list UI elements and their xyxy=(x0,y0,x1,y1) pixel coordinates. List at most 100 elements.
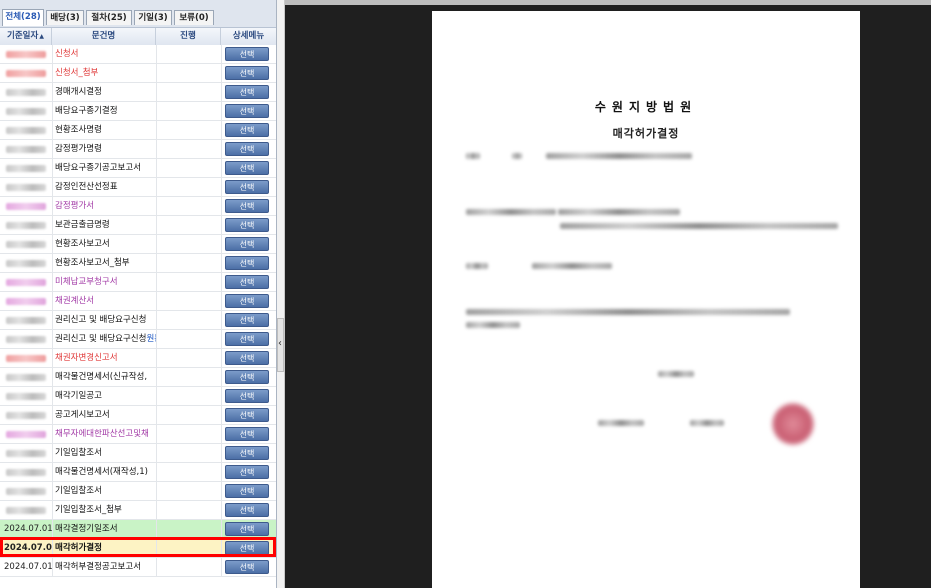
select-button[interactable]: 선택 xyxy=(225,199,269,213)
row-document-name[interactable]: 신청서_첨부 xyxy=(52,64,156,82)
select-button[interactable]: 선택 xyxy=(225,104,269,118)
table-row[interactable]: 기일입찰조서 선택 xyxy=(0,482,276,501)
select-button[interactable]: 선택 xyxy=(225,465,269,479)
table-row[interactable]: 경매개시결정 선택 xyxy=(0,83,276,102)
row-document-name[interactable]: 매각기일공고 xyxy=(52,387,156,405)
select-button[interactable]: 선택 xyxy=(225,237,269,251)
select-button[interactable]: 선택 xyxy=(225,275,269,289)
row-progress xyxy=(156,292,221,310)
row-document-name[interactable]: 매각물건명세서(재작성,1) xyxy=(52,463,156,481)
tab-dividend[interactable]: 배당(3) xyxy=(46,10,84,25)
select-button[interactable]: 선택 xyxy=(225,66,269,80)
row-document-name[interactable]: 배당요구종기결정 xyxy=(52,102,156,120)
table-row[interactable]: 배당요구종기공고보고서 선택 xyxy=(0,159,276,178)
row-document-name[interactable]: 매각허부결정공고보고서 xyxy=(52,558,156,576)
table-row[interactable]: 현황조사명령 선택 xyxy=(0,121,276,140)
select-button[interactable]: 선택 xyxy=(225,180,269,194)
row-document-name[interactable]: 감정평가명령 xyxy=(52,140,156,158)
select-button[interactable]: 선택 xyxy=(225,256,269,270)
row-document-name[interactable]: 감정평가서 xyxy=(52,197,156,215)
select-button[interactable]: 선택 xyxy=(225,541,269,555)
table-row[interactable]: 기일입찰조서 선택 xyxy=(0,444,276,463)
select-button[interactable]: 선택 xyxy=(225,560,269,574)
row-document-name[interactable]: 신청서 xyxy=(52,45,156,63)
tab-date[interactable]: 기일(3) xyxy=(134,10,172,25)
original-doc-link[interactable]: 원본 xyxy=(146,334,156,344)
table-row[interactable]: 매각기일공고 선택 xyxy=(0,387,276,406)
select-button[interactable]: 선택 xyxy=(225,294,269,308)
row-menu-cell: 선택 xyxy=(221,159,276,177)
table-row[interactable]: 감정인전산선정표 선택 xyxy=(0,178,276,197)
row-document-name[interactable]: 경매개시결정 xyxy=(52,83,156,101)
row-document-name[interactable]: 권리신고 및 배당요구신청 xyxy=(52,311,156,329)
row-document-name[interactable]: 매각허가결정 xyxy=(52,539,156,557)
select-button[interactable]: 선택 xyxy=(225,503,269,517)
select-button[interactable]: 선택 xyxy=(225,85,269,99)
select-button[interactable]: 선택 xyxy=(225,484,269,498)
table-row[interactable]: 기일입찰조서_첨부 선택 xyxy=(0,501,276,520)
row-document-name[interactable]: 감정인전산선정표 xyxy=(52,178,156,196)
table-row[interactable]: 권리신고 및 배당요구신청 선택 xyxy=(0,311,276,330)
table-row[interactable]: 채권자변경신고서 선택 xyxy=(0,349,276,368)
table-row[interactable]: 채무자에대한파산선고및채 선택 xyxy=(0,425,276,444)
tab-all[interactable]: 전체(28) xyxy=(2,9,44,26)
table-row[interactable]: 권리신고 및 배당요구신청원본 선택 xyxy=(0,330,276,349)
table-row[interactable]: 2024.07.01매각허가결정 선택 xyxy=(0,539,276,558)
row-document-name[interactable]: 기일입찰조서 xyxy=(52,482,156,500)
table-row[interactable]: 미체납교부청구서 선택 xyxy=(0,273,276,292)
row-document-name[interactable]: 기일입찰조서_첨부 xyxy=(52,501,156,519)
row-document-name[interactable]: 배당요구종기공고보고서 xyxy=(52,159,156,177)
table-row[interactable]: 배당요구종기결정 선택 xyxy=(0,102,276,121)
select-button[interactable]: 선택 xyxy=(225,351,269,365)
redacted-date xyxy=(6,279,46,286)
select-button[interactable]: 선택 xyxy=(225,427,269,441)
row-document-name[interactable]: 현황조사보고서 xyxy=(52,235,156,253)
select-button[interactable]: 선택 xyxy=(225,47,269,61)
row-document-name[interactable]: 현황조사보고서_첨부 xyxy=(52,254,156,272)
table-row[interactable]: 감정평가명령 선택 xyxy=(0,140,276,159)
select-button[interactable]: 선택 xyxy=(225,446,269,460)
select-button[interactable]: 선택 xyxy=(225,123,269,137)
header-progress[interactable]: 진행 xyxy=(156,28,221,45)
table-row[interactable]: 2024.07.01 매각허부결정공고보고서 선택 xyxy=(0,558,276,577)
header-document[interactable]: 문건명 xyxy=(52,28,156,45)
row-document-name[interactable]: 채무자에대한파산선고및채 xyxy=(52,425,156,443)
row-document-name[interactable]: 채권자변경신고서 xyxy=(52,349,156,367)
select-button[interactable]: 선택 xyxy=(225,142,269,156)
row-document-name[interactable]: 현황조사명령 xyxy=(52,121,156,139)
row-document-name[interactable]: 미체납교부청구서 xyxy=(52,273,156,291)
row-document-name[interactable]: 매각물건명세서(신규작성, xyxy=(52,368,156,386)
row-document-name[interactable]: 권리신고 및 배당요구신청원본 xyxy=(52,330,156,348)
select-button[interactable]: 선택 xyxy=(225,389,269,403)
panel-splitter[interactable]: ‹ xyxy=(277,0,285,588)
document-viewer[interactable]: 수원지방법원 매각허가결정 xyxy=(285,0,931,588)
row-document-name[interactable]: 채권계산서 xyxy=(52,292,156,310)
table-row[interactable]: 신청서_첨부 선택 xyxy=(0,64,276,83)
row-document-name[interactable]: 공고게시보고서 xyxy=(52,406,156,424)
tab-hold[interactable]: 보류(0) xyxy=(174,10,214,25)
table-row[interactable]: 매각물건명세서(신규작성, 선택 xyxy=(0,368,276,387)
document-name-text: 매각기일공고 xyxy=(55,391,102,401)
table-row[interactable]: 신청서 선택 xyxy=(0,45,276,64)
table-row[interactable]: 현황조사보고서_첨부 선택 xyxy=(0,254,276,273)
tab-procedure[interactable]: 절차(25) xyxy=(86,10,132,25)
table-row[interactable]: 2024.07.01 매각결정기일조서 선택 xyxy=(0,520,276,539)
row-document-name[interactable]: 보관금출급명령 xyxy=(52,216,156,234)
row-document-name[interactable]: 기일입찰조서 xyxy=(52,444,156,462)
table-row[interactable]: 채권계산서 선택 xyxy=(0,292,276,311)
collapse-handle[interactable]: ‹ xyxy=(277,318,284,372)
header-date[interactable]: 기준일자▲ xyxy=(0,28,52,45)
select-button[interactable]: 선택 xyxy=(225,408,269,422)
select-button[interactable]: 선택 xyxy=(225,370,269,384)
select-button[interactable]: 선택 xyxy=(225,313,269,327)
select-button[interactable]: 선택 xyxy=(225,522,269,536)
table-row[interactable]: 매각물건명세서(재작성,1) 선택 xyxy=(0,463,276,482)
table-row[interactable]: 현황조사보고서 선택 xyxy=(0,235,276,254)
table-row[interactable]: 감정평가서 선택 xyxy=(0,197,276,216)
row-document-name[interactable]: 매각결정기일조서 xyxy=(52,520,156,538)
table-row[interactable]: 보관금출급명령 선택 xyxy=(0,216,276,235)
table-row[interactable]: 공고게시보고서 선택 xyxy=(0,406,276,425)
select-button[interactable]: 선택 xyxy=(225,332,269,346)
select-button[interactable]: 선택 xyxy=(225,161,269,175)
select-button[interactable]: 선택 xyxy=(225,218,269,232)
